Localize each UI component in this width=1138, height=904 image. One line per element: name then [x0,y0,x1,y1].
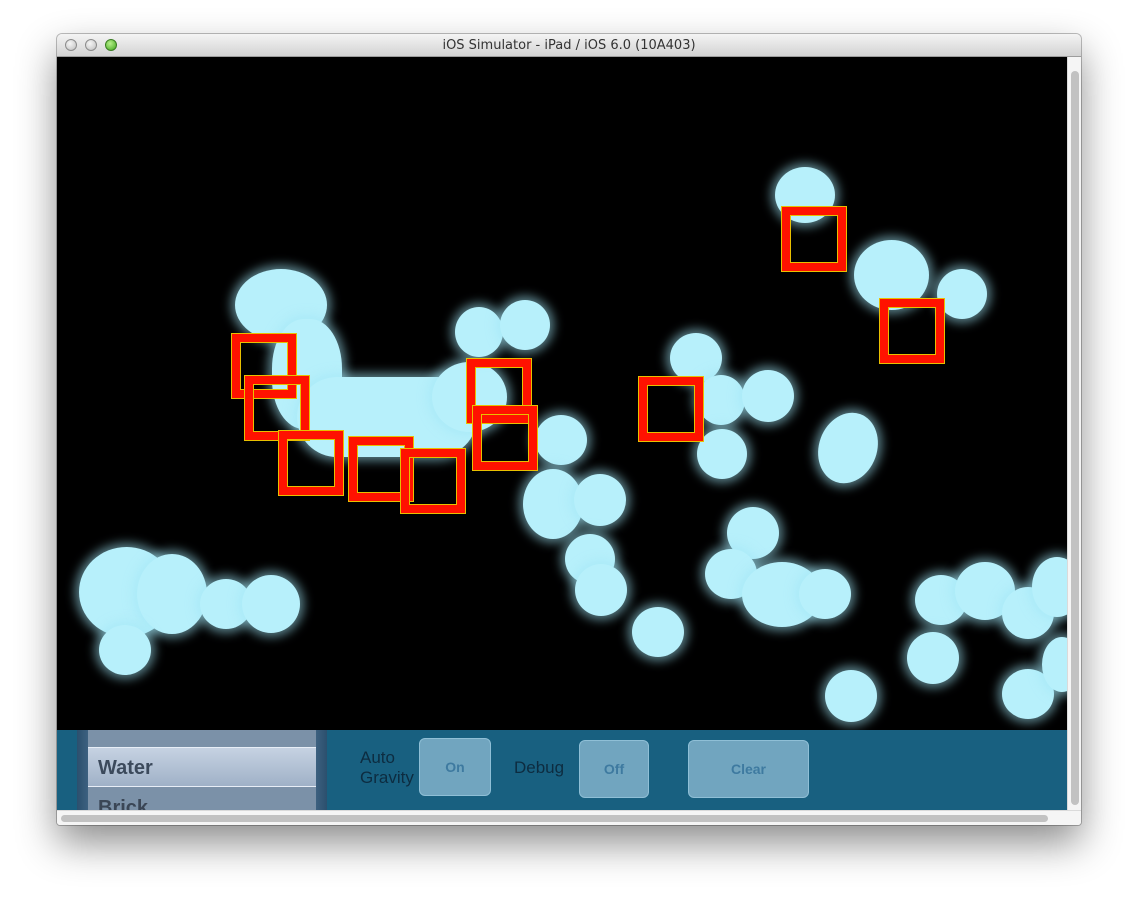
debug-box [781,206,847,272]
water-particle [799,569,851,619]
vertical-scrollbar[interactable] [1067,57,1081,810]
water-particle [242,575,300,633]
water-particle [742,370,794,422]
water-particle [697,375,745,425]
debug-label: Debug [514,758,565,777]
picker-item-water[interactable]: Water [88,747,316,787]
debug-box [400,448,466,514]
debug-box [278,430,344,496]
picker-item-brick[interactable]: Brick [88,788,316,810]
debug-box [638,376,704,442]
water-particle [825,670,877,722]
water-particle [937,269,987,319]
water-particle [632,607,684,657]
water-particle [808,404,888,492]
water-particle [697,429,747,479]
simulation-canvas[interactable]: Water Brick Auto Gravity On Debug Off Cl… [57,57,1067,810]
water-particle [535,415,587,465]
auto-gravity-label-line2: Gravity [360,768,414,787]
water-particle [455,307,503,357]
horizontal-scroll-thumb[interactable] [61,815,1048,822]
auto-gravity-label-line1: Auto [360,748,395,767]
water-particle [574,474,626,526]
clear-button[interactable]: Clear [688,740,809,798]
material-picker[interactable]: Water Brick [77,730,327,810]
water-particle [137,554,207,634]
window-title: iOS Simulator - iPad / iOS 6.0 (10A403) [442,38,696,53]
water-particle [575,564,627,616]
water-particle [99,625,151,675]
debug-box [472,405,538,471]
bottom-toolbar: Water Brick Auto Gravity On Debug Off Cl… [57,730,1067,810]
title-bar: iOS Simulator - iPad / iOS 6.0 (10A403) [57,34,1081,57]
vertical-scroll-thumb[interactable] [1071,71,1079,805]
debug-toggle-button[interactable]: Off [579,740,649,798]
water-particle [500,300,550,350]
auto-gravity-toggle-button[interactable]: On [419,738,491,796]
simulator-window: iOS Simulator - iPad / iOS 6.0 (10A403) [57,34,1081,825]
debug-box [879,298,945,364]
auto-gravity-label: Auto Gravity [360,748,414,788]
horizontal-scrollbar[interactable] [57,810,1081,825]
water-particle [907,632,959,684]
